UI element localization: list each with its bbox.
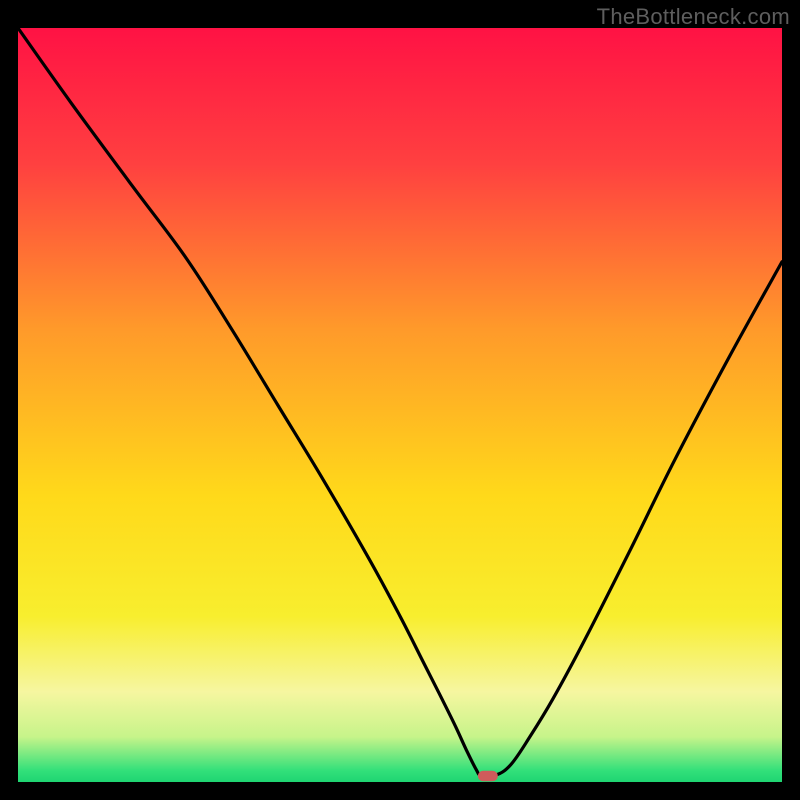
chart-background (18, 28, 782, 782)
plot-area (18, 28, 782, 782)
chart-svg (18, 28, 782, 782)
minimum-marker (478, 771, 498, 782)
watermark-text: TheBottleneck.com (597, 4, 790, 30)
chart-container: TheBottleneck.com (0, 0, 800, 800)
